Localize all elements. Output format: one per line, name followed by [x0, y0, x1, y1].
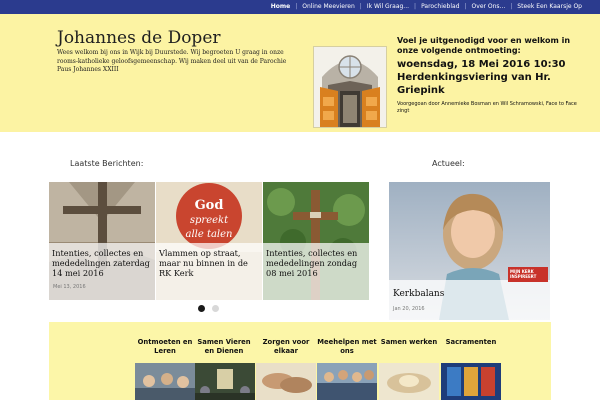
current-news-title: Actueel:: [432, 159, 465, 168]
category-thumb-ontmoeten[interactable]: [135, 363, 195, 400]
category-ontmoeten-leren[interactable]: Ontmoeten en Leren: [135, 338, 195, 356]
category-zorgen[interactable]: Zorgen voor elkaar: [256, 338, 316, 356]
slide-title[interactable]: Vlammen op straat, maar nu binnen in de …: [159, 248, 261, 278]
next-service-announcement: Voel je uitgenodigd voor en welkom in on…: [397, 36, 587, 115]
nav-item-home[interactable]: Home: [267, 0, 294, 14]
nav-item-over-ons[interactable]: Over Ons...: [468, 0, 510, 14]
site-header: Johannes de Doper Wees welkom bij ons in…: [0, 14, 600, 132]
invite-lead: Voel je uitgenodigd voor en welkom in on…: [397, 36, 571, 55]
category-sacramenten[interactable]: Sacramenten: [441, 338, 501, 347]
featured-date: Jan 20, 2016: [393, 306, 425, 312]
slide-date: Mei 13, 2016: [53, 284, 86, 290]
category-thumb-zorgen[interactable]: [256, 363, 316, 400]
category-thumb-sacramenten[interactable]: [441, 363, 501, 400]
invite-note: Voorgegoan door Annemieke Bosman en Wil …: [397, 101, 577, 114]
site-description: Wees welkom bij ons in Wijk bij Duursted…: [57, 49, 287, 73]
invite-date: woensdag, 18 Mei 2016 10:30 Herdenkingsv…: [397, 59, 566, 96]
category-strip: Ontmoeten en Leren Samen Vieren en Diene…: [49, 322, 551, 400]
nav-item-online-meevieren[interactable]: Online Meevieren: [298, 0, 359, 14]
svg-text:God: God: [195, 198, 224, 213]
category-thumb-meehelpen[interactable]: [317, 363, 377, 400]
svg-text:spreekt: spreekt: [190, 215, 229, 226]
slider-dot-active[interactable]: [198, 305, 205, 312]
nav-menu: Home | Online Meevieren | Ik Wil Graag..…: [267, 0, 586, 14]
slide-title[interactable]: Intenties, collectes en mededelingen zon…: [266, 248, 368, 278]
featured-post-kerkbalans[interactable]: Kerkbalans Jan 20, 2016 MIJN KERK INSPIR…: [389, 182, 550, 320]
category-samen-vieren[interactable]: Samen Vieren en Dienen: [194, 338, 254, 356]
slider-pagination: [198, 305, 219, 312]
slider-dot[interactable]: [212, 305, 219, 312]
category-thumb-vieren[interactable]: [195, 363, 255, 400]
nav-item-kaarsje[interactable]: Steek Een Kaarsje Op: [513, 0, 586, 14]
slide-post[interactable]: Intenties, collectes en mededelingen zat…: [49, 182, 155, 300]
category-meehelpen[interactable]: Meehelpen met ons: [317, 338, 377, 356]
slide-post[interactable]: Intenties, collectes en mededelingen zon…: [263, 182, 369, 300]
nav-item-ik-wil-graag[interactable]: Ik Wil Graag...: [363, 0, 413, 14]
church-door-photo: [313, 46, 387, 128]
latest-posts-title: Laatste Berichten:: [70, 159, 144, 168]
site-title[interactable]: Johannes de Doper: [57, 29, 221, 47]
slide-post[interactable]: God spreekt alle talen Vlammen op straat…: [156, 182, 262, 300]
slide-title[interactable]: Intenties, collectes en mededelingen zat…: [52, 248, 154, 278]
featured-title[interactable]: Kerkbalans: [393, 289, 444, 299]
category-samen-werken[interactable]: Samen werken: [379, 338, 439, 347]
top-navigation: Home | Online Meevieren | Ik Wil Graag..…: [0, 0, 600, 14]
kerkbalans-badge: MIJN KERK INSPIREERT: [508, 267, 548, 282]
featured-image-girl: [389, 182, 550, 320]
svg-text:alle talen: alle talen: [186, 229, 233, 240]
latest-posts-slider: Intenties, collectes en mededelingen zat…: [49, 182, 370, 300]
category-thumb-samen-werken[interactable]: [379, 363, 439, 400]
nav-item-parochieblad[interactable]: Parochieblad: [417, 0, 463, 14]
